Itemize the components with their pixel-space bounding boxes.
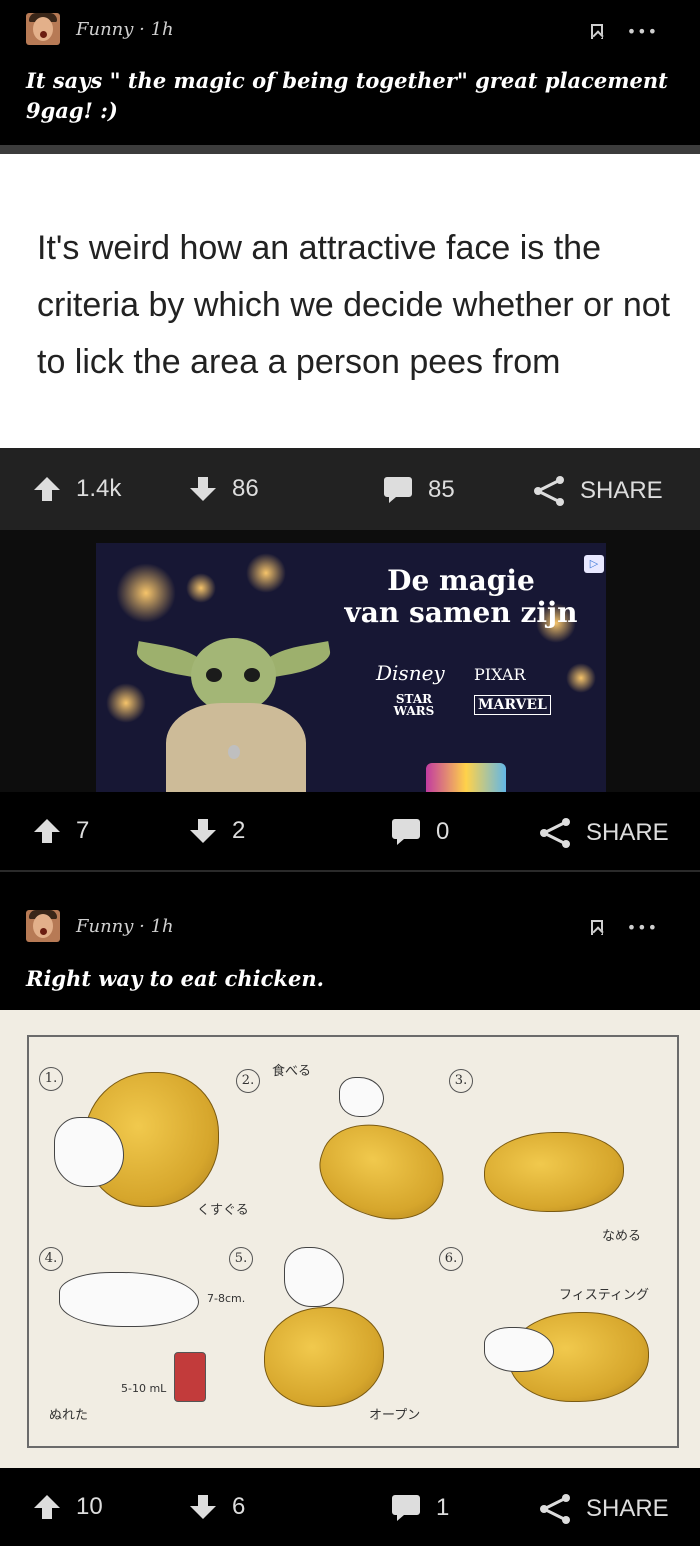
label-measure-ml: 5-10 mL — [121, 1382, 167, 1395]
panel-number-4: 4. — [39, 1247, 63, 1271]
chicken-2 — [307, 1108, 456, 1236]
ad-action-bar: 7 2 0 SHARE — [0, 792, 700, 870]
label-open: オープン — [369, 1408, 421, 1423]
share-button[interactable]: SHARE — [532, 475, 663, 507]
label-nameru: なめる — [602, 1229, 642, 1244]
comment-button[interactable]: 0 — [390, 817, 449, 847]
share-label: SHARE — [580, 477, 663, 504]
share-icon — [540, 1494, 570, 1524]
brand-starwars: STAR WARS — [393, 692, 435, 718]
brand-disney: Disney — [376, 661, 445, 685]
ad-headline-line2: van samen zijn — [344, 596, 578, 629]
post1-header: Funny · 1h ••• It says " the magic of be… — [0, 0, 700, 145]
post1-action-bar: 1.4k 86 85 SHARE — [0, 448, 700, 530]
post1-meta: Funny · 1h — [26, 13, 174, 45]
label-measure-cm: 7-8cm. — [207, 1292, 246, 1305]
downvote-count: 86 — [232, 475, 259, 502]
hand-5 — [284, 1247, 344, 1307]
hand-4 — [59, 1272, 199, 1327]
downvote-button[interactable]: 86 — [188, 475, 259, 503]
downvote-icon — [190, 1495, 216, 1519]
panel-number-5: 5. — [229, 1247, 253, 1271]
upvote-button[interactable]: 7 — [32, 817, 89, 845]
share-label: SHARE — [586, 819, 669, 846]
downvote-count: 2 — [232, 817, 246, 844]
panel-number-3: 3. — [449, 1069, 473, 1093]
comment-count: 0 — [436, 818, 450, 845]
bookmark-icon[interactable] — [590, 24, 603, 39]
hand-6 — [484, 1327, 554, 1372]
brand-marvel: MARVEL — [474, 695, 551, 715]
post1-image-text: It's weird how an attractive face is the… — [37, 229, 671, 381]
bottle-icon — [174, 1352, 206, 1402]
post2-section[interactable]: Funny — [76, 916, 133, 937]
share-label: SHARE — [586, 1495, 669, 1522]
post2-section-time[interactable]: Funny · 1h — [76, 916, 174, 937]
ad-castle — [426, 763, 506, 792]
post2-meta: Funny · 1h — [26, 910, 174, 942]
downvote-icon — [190, 477, 216, 501]
post1-section-time[interactable]: Funny · 1h — [76, 19, 174, 40]
panel-number-2: 2. — [236, 1069, 260, 1093]
share-button[interactable]: SHARE — [538, 1493, 669, 1525]
post1-title[interactable]: It says " the magic of being together" g… — [26, 66, 676, 126]
post2-image[interactable]: 1. くすぐる 2. 食べる 3. なめる 4. 7-8cm. 5-10 mL … — [0, 1010, 700, 1468]
comment-count: 1 — [436, 1494, 450, 1521]
comment-button[interactable]: 1 — [390, 1493, 449, 1523]
label-fisting: フィスティング — [559, 1288, 649, 1303]
ad-headline: De magie van samen zijn — [331, 565, 591, 629]
downvote-count: 6 — [232, 1493, 246, 1520]
bookmark-icon[interactable] — [590, 920, 603, 935]
hand-2 — [339, 1077, 384, 1117]
post1-header-actions: ••• — [590, 22, 658, 41]
ad-headline-line1: De magie — [387, 564, 535, 597]
downvote-button[interactable]: 2 — [188, 817, 245, 845]
label-taberu: 食べる — [272, 1064, 312, 1079]
chicken-5 — [264, 1307, 384, 1407]
grogu-figure — [134, 633, 336, 792]
upvote-button[interactable]: 1.4k — [32, 475, 121, 503]
more-icon[interactable]: ••• — [627, 918, 658, 937]
chicken-3 — [484, 1132, 624, 1212]
upvote-count: 1.4k — [76, 475, 122, 502]
upvote-icon — [34, 819, 60, 843]
post2-time: 1h — [150, 915, 174, 937]
downvote-button[interactable]: 6 — [188, 1493, 245, 1521]
more-icon[interactable]: ••• — [627, 22, 658, 41]
post2-title[interactable]: Right way to eat chicken. — [26, 964, 676, 994]
panel-number-1: 1. — [39, 1067, 63, 1091]
comment-icon — [392, 1495, 420, 1521]
share-icon — [534, 476, 564, 506]
comment-icon — [392, 819, 420, 845]
upvote-icon — [34, 477, 60, 501]
comment-count: 85 — [428, 476, 455, 503]
avatar[interactable] — [26, 910, 60, 942]
post1-image[interactable]: It's weird how an attractive face is the… — [0, 154, 700, 448]
post2-action-bar: 10 6 1 SHARE — [0, 1468, 700, 1546]
post2-header-actions: ••• — [590, 918, 658, 937]
post2-header: Funny · 1h ••• Right way to eat chicken. — [0, 872, 700, 1010]
comic-frame: 1. くすぐる 2. 食べる 3. なめる 4. 7-8cm. 5-10 mL … — [27, 1035, 679, 1448]
upvote-icon — [34, 1495, 60, 1519]
panel-number-6: 6. — [439, 1247, 463, 1271]
avatar[interactable] — [26, 13, 60, 45]
share-icon — [540, 818, 570, 848]
ad-image[interactable]: De magie van samen zijn Disney PIXAR STA… — [96, 543, 606, 792]
upvote-count: 10 — [76, 1493, 103, 1520]
comment-icon — [384, 477, 412, 503]
comment-button[interactable]: 85 — [382, 475, 455, 505]
brand-pixar: PIXAR — [474, 665, 526, 684]
downvote-icon — [190, 819, 216, 843]
upvote-count: 7 — [76, 817, 90, 844]
ad-area: De magie van samen zijn Disney PIXAR STA… — [0, 530, 700, 792]
label-nureta: ぬれた — [49, 1408, 89, 1423]
share-button[interactable]: SHARE — [538, 817, 669, 849]
post1-section[interactable]: Funny — [76, 19, 133, 40]
label-kusuguru: くすぐる — [197, 1203, 249, 1218]
post1-time: 1h — [150, 18, 174, 40]
image-top-border — [0, 145, 700, 154]
upvote-button[interactable]: 10 — [32, 1493, 103, 1521]
adchoices-icon[interactable]: ▷ — [584, 555, 604, 573]
